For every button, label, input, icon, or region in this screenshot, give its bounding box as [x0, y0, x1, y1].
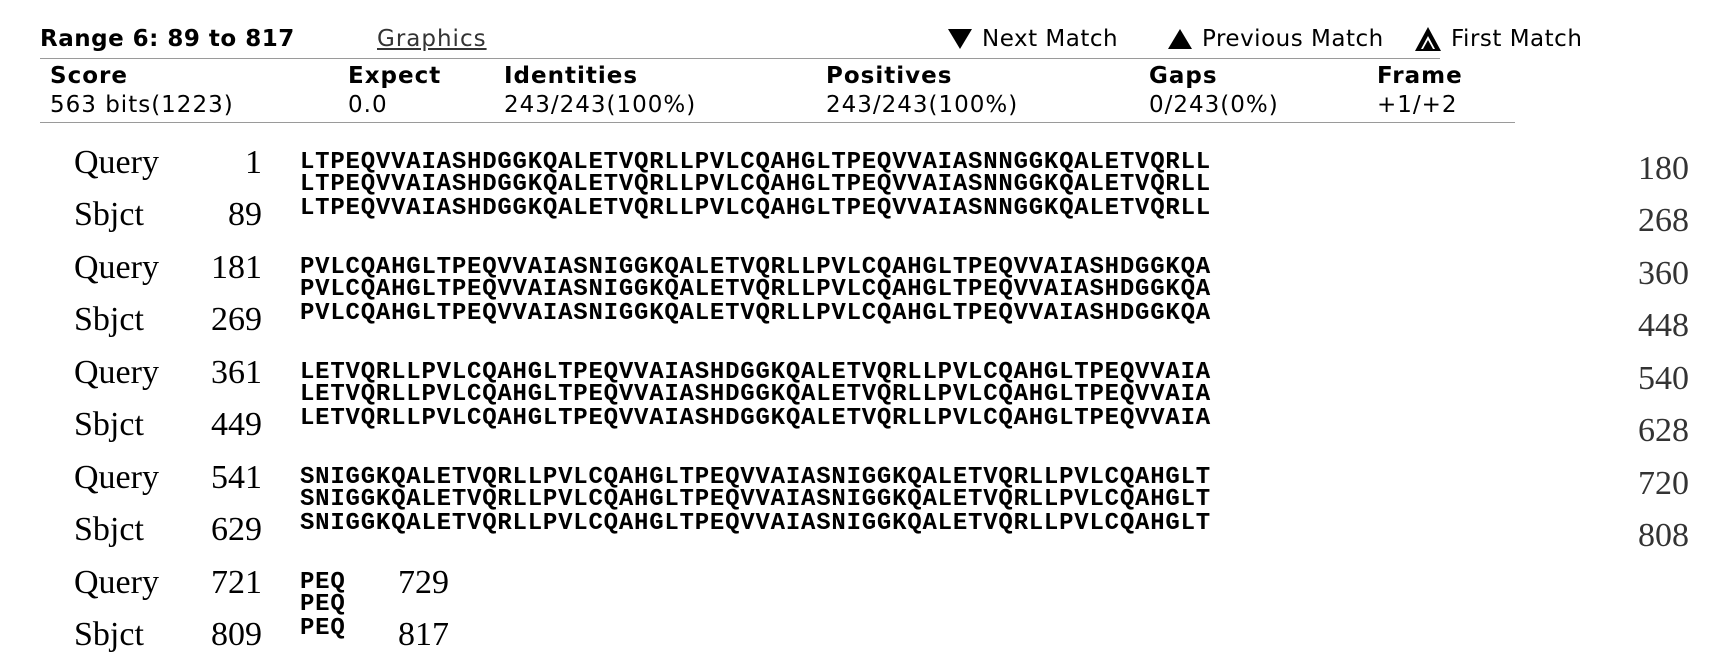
expect-label: Expect [348, 63, 442, 89]
query-start: 721 [211, 564, 262, 601]
query-start: 361 [211, 354, 262, 391]
sbjct-sequence: PEQ [300, 615, 346, 642]
sbjct-sequence: LETVQRLLPVLCQAHGLTPEQVVAIASHDGGKQALETVQR… [300, 405, 1211, 432]
range-title: Range 6: 89 to 817 [40, 26, 295, 52]
query-label: Query [74, 144, 159, 181]
expect-column: Expect 0.0 [348, 62, 441, 120]
score-column: Score 563 bits(1223) [50, 62, 234, 120]
sbjct-end: 448 [1638, 307, 1689, 344]
identities-label: Identities [504, 63, 639, 89]
graphics-link[interactable]: Graphics [377, 26, 487, 52]
stats-divider [40, 122, 1515, 123]
sbjct-label: Sbjct [74, 406, 144, 443]
positives-column: Positives 243/243(100%) [826, 62, 1018, 120]
query-label: Query [74, 459, 159, 496]
range-header: Range 6: 89 to 817 Graphics Next Match P… [40, 18, 1600, 60]
sbjct-end: 808 [1638, 517, 1689, 554]
alignment-block: Query 721 PEQ 729 PEQ Sbjct 809 PEQ 817 [0, 564, 1732, 668]
sbjct-start: 449 [211, 406, 262, 443]
frame-column: Frame +1/+2 [1377, 62, 1463, 120]
sbjct-start: 809 [211, 616, 262, 653]
next-match-label: Next Match [982, 26, 1119, 52]
query-end: 360 [1638, 255, 1689, 292]
sbjct-sequence: LTPEQVVAIASHDGGKQALETVQRLLPVLCQAHGLTPEQV… [300, 195, 1211, 222]
positives-value: 243/243(100%) [826, 92, 1019, 118]
alignment-block: Query 541 SNIGGKQALETVQRLLPVLCQAHGLTPEQV… [0, 459, 1732, 563]
identities-column: Identities 243/243(100%) [504, 62, 696, 120]
sbjct-sequence: SNIGGKQALETVQRLLPVLCQAHGLTPEQVVAIASNIGGK… [300, 510, 1211, 537]
query-end: 180 [1638, 150, 1689, 187]
next-match-link[interactable]: Next Match [948, 26, 1118, 52]
gaps-label: Gaps [1149, 63, 1218, 89]
alignment-block: Query 361 LETVQRLLPVLCQAHGLTPEQVVAIASHDG… [0, 354, 1732, 458]
sbjct-label: Sbjct [74, 196, 144, 233]
query-label: Query [74, 354, 159, 391]
alignment-block: Query 181 PVLCQAHGLTPEQVVAIASNIGGKQALETV… [0, 249, 1732, 353]
header-divider [40, 58, 1440, 59]
sbjct-label: Sbjct [74, 616, 144, 653]
score-label: Score [50, 63, 128, 89]
down-triangle-icon [948, 29, 972, 49]
query-end: 720 [1638, 465, 1689, 502]
query-end: 540 [1638, 360, 1689, 397]
sbjct-start: 269 [211, 301, 262, 338]
gaps-column: Gaps 0/243(0%) [1149, 62, 1279, 120]
sbjct-label: Sbjct [74, 301, 144, 338]
sbjct-end: 628 [1638, 412, 1689, 449]
up-triangle-icon [1168, 29, 1192, 49]
previous-match-link[interactable]: Previous Match [1168, 26, 1384, 52]
first-match-label: First Match [1451, 26, 1583, 52]
frame-value: +1/+2 [1377, 92, 1458, 118]
query-label: Query [74, 564, 159, 601]
query-label: Query [74, 249, 159, 286]
identities-value: 243/243(100%) [504, 92, 697, 118]
frame-label: Frame [1377, 63, 1463, 89]
double-up-triangle-icon [1415, 27, 1441, 51]
query-start: 181 [211, 249, 262, 286]
positives-label: Positives [826, 63, 953, 89]
sbjct-label: Sbjct [74, 511, 144, 548]
first-match-link[interactable]: First Match [1415, 26, 1582, 52]
sbjct-end: 817 [398, 616, 449, 653]
query-start: 541 [211, 459, 262, 496]
gaps-value: 0/243(0%) [1149, 92, 1279, 118]
query-end: 729 [398, 564, 449, 601]
query-start: 1 [245, 144, 262, 181]
score-value: 563 bits(1223) [50, 92, 234, 118]
sbjct-sequence: PVLCQAHGLTPEQVVAIASNIGGKQALETVQRLLPVLCQA… [300, 300, 1211, 327]
sbjct-end: 268 [1638, 202, 1689, 239]
expect-value: 0.0 [348, 92, 388, 118]
alignment-block: Query 1 LTPEQVVAIASHDGGKQALETVQRLLPVLCQA… [0, 144, 1732, 248]
sbjct-start: 89 [228, 196, 262, 233]
previous-match-label: Previous Match [1202, 26, 1384, 52]
sbjct-start: 629 [211, 511, 262, 548]
